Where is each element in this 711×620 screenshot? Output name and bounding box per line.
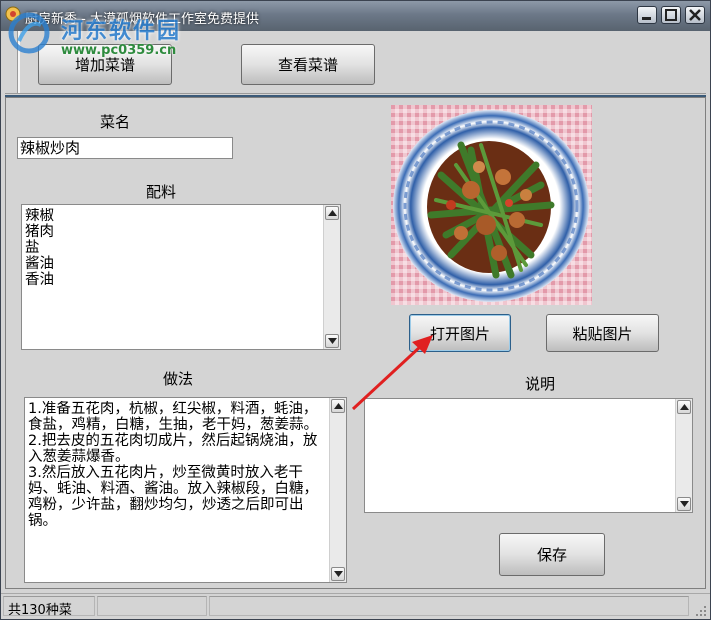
status-cell-2 xyxy=(97,596,207,616)
save-button[interactable]: 保存 xyxy=(499,533,605,576)
status-cell-count: 共130种菜 xyxy=(3,596,95,618)
ingredients-scrollbar[interactable] xyxy=(323,205,340,349)
minimize-icon xyxy=(642,17,651,20)
minimize-button[interactable] xyxy=(637,6,657,24)
recipe-count-text: 共130种菜 xyxy=(8,603,72,618)
close-icon xyxy=(689,9,701,21)
scroll-down-button[interactable] xyxy=(325,334,339,348)
notes-label: 说明 xyxy=(525,375,556,393)
method-label: 做法 xyxy=(163,370,194,388)
ingredients-textarea[interactable]: 辣椒 猪肉 盐 酱油 香油 xyxy=(21,204,341,350)
arrow-up-icon xyxy=(328,210,337,216)
open-image-button[interactable]: 打开图片 xyxy=(409,314,511,352)
arrow-down-icon xyxy=(680,501,689,507)
dish-name-input[interactable]: 辣椒炒肉 xyxy=(17,137,233,159)
scroll-down-button[interactable] xyxy=(331,567,345,581)
dish-name-label: 菜名 xyxy=(100,113,131,131)
paste-image-button[interactable]: 粘贴图片 xyxy=(546,314,659,352)
app-window: 厨房新秀 - 大漠孤烟软件工作室免费提供 增加菜谱 查看菜谱 河东软件园 www… xyxy=(0,0,711,620)
arrow-down-icon xyxy=(328,338,337,344)
method-scrollbar[interactable] xyxy=(329,398,346,582)
arrow-up-icon xyxy=(334,403,343,409)
status-cell-3 xyxy=(209,596,689,616)
scroll-up-button[interactable] xyxy=(331,399,345,413)
maximize-icon xyxy=(665,9,677,21)
scroll-up-button[interactable] xyxy=(325,206,339,220)
arrow-up-icon xyxy=(680,404,689,410)
close-button[interactable] xyxy=(685,6,705,24)
scroll-down-button[interactable] xyxy=(677,497,691,511)
notes-scrollbar[interactable] xyxy=(675,399,692,512)
toolbar-divider xyxy=(17,31,20,93)
dish-photo-image xyxy=(391,105,592,305)
scroll-up-button[interactable] xyxy=(677,400,691,414)
app-icon xyxy=(5,6,21,22)
window-title: 厨房新秀 - 大漠孤烟软件工作室免费提供 xyxy=(25,12,259,27)
view-recipes-button[interactable]: 查看菜谱 xyxy=(241,44,375,85)
ingredients-label: 配料 xyxy=(146,183,177,201)
resize-grip-icon[interactable] xyxy=(695,605,707,617)
arrow-down-icon xyxy=(334,571,343,577)
maximize-button[interactable] xyxy=(661,6,681,24)
status-bar: 共130种菜 xyxy=(1,593,710,619)
add-recipe-button[interactable]: 增加菜谱 xyxy=(38,44,172,85)
title-bar[interactable]: 厨房新秀 - 大漠孤烟软件工作室免费提供 xyxy=(1,1,710,31)
method-textarea[interactable]: 1.准备五花肉，杭椒，红尖椒，料酒，蚝油，食盐，鸡精，白糖，生抽，老干妈，葱姜蒜… xyxy=(24,397,347,583)
ingredients-text: 辣椒 猪肉 盐 酱油 香油 xyxy=(25,208,54,288)
notes-textarea[interactable] xyxy=(364,398,693,513)
method-text: 1.准备五花肉，杭椒，红尖椒，料酒，蚝油，食盐，鸡精，白糖，生抽，老干妈，葱姜蒜… xyxy=(28,401,318,529)
dish-photo xyxy=(391,105,592,305)
